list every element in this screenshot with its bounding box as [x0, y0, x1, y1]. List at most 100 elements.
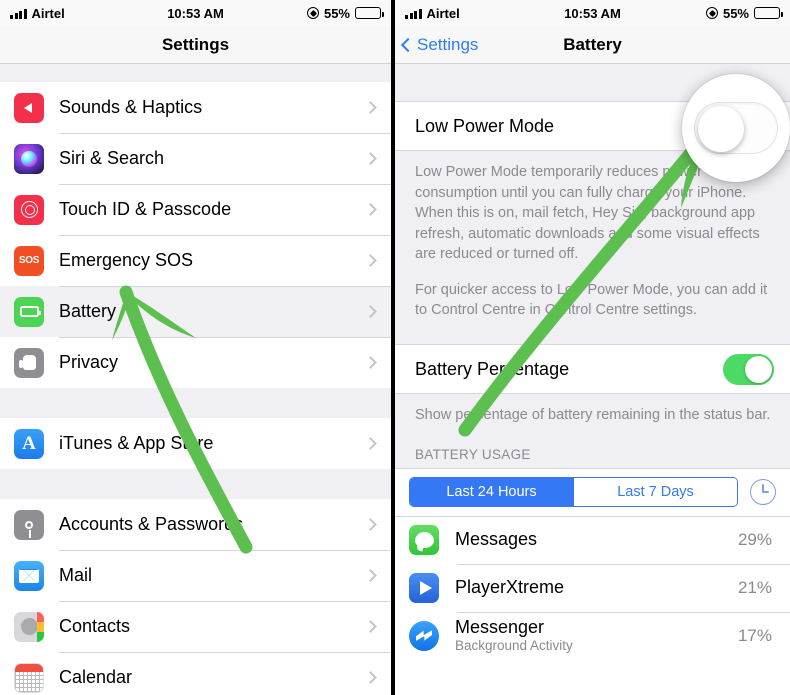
- sidebar-item-siri-search[interactable]: Siri & Search: [0, 133, 391, 184]
- chevron-right-icon: [364, 101, 377, 114]
- segment-last-24-hours[interactable]: Last 24 Hours: [410, 477, 573, 506]
- battery-usage-section-header: BATTERY USAGE: [395, 438, 790, 468]
- chevron-right-icon: [364, 620, 377, 633]
- battery-percentage-footnote-text: Show percentage of battery remaining in …: [415, 407, 771, 424]
- usage-app-subtitle: Background Activity: [455, 638, 573, 654]
- battery-percent-label: 55%: [323, 5, 350, 21]
- sidebar-item-mail[interactable]: Mail: [0, 550, 391, 601]
- nav-bar-left: Settings: [0, 26, 391, 64]
- sidebar-item-label: Privacy: [59, 352, 119, 372]
- left-phone-pane: Airtel 10:53 AM 55% Settings Sounds & Ha…: [0, 0, 395, 695]
- contacts-icon: [14, 611, 44, 642]
- list-item[interactable]: Messenger Background Activity 17%: [395, 611, 790, 660]
- battery-percentage-cell[interactable]: Battery Percentage: [395, 344, 790, 395]
- chevron-right-icon: [364, 356, 377, 369]
- sidebar-item-touch-id-passcode[interactable]: Touch ID & Passcode: [0, 184, 391, 235]
- list-gap-1: [0, 388, 391, 418]
- sidebar-item-privacy[interactable]: Privacy: [0, 337, 391, 388]
- back-button[interactable]: Settings: [400, 26, 479, 63]
- list-item[interactable]: Messages 29%: [395, 515, 790, 564]
- usage-app-name: PlayerXtreme: [455, 577, 565, 598]
- battery-percentage-toggle[interactable]: [723, 353, 774, 385]
- battery-usage-list: Messages 29% PlayerXtreme 21% Messenger …: [395, 515, 790, 660]
- location-arrow-icon: [306, 7, 319, 19]
- magnified-toggle-track[interactable]: [694, 102, 778, 154]
- footnote-bottom-gap: [395, 334, 790, 345]
- sidebar-item-sounds-haptics[interactable]: Sounds & Haptics: [0, 82, 391, 133]
- calendar-icon: [14, 662, 44, 693]
- usage-percent: 17%: [737, 625, 772, 645]
- low-power-mode-label: Low Power Mode: [415, 115, 555, 136]
- usage-percent: 29%: [737, 529, 772, 549]
- sounds-haptics-icon: [14, 92, 44, 123]
- sidebar-item-calendar[interactable]: Calendar: [0, 652, 391, 695]
- battery-usage-segmented-control[interactable]: Last 24 Hours Last 7 Days: [409, 476, 738, 507]
- chevron-right-icon: [364, 254, 377, 267]
- chevron-right-icon: [364, 569, 377, 582]
- sidebar-item-label: Calendar: [59, 667, 133, 687]
- status-bar-carrier-group: Airtel: [405, 6, 460, 21]
- battery-icon: [355, 7, 384, 19]
- settings-group-3: Accounts & Passwords Mail Contacts Calen…: [0, 499, 391, 695]
- signal-bars-icon: [405, 8, 422, 19]
- status-bar-right-group: 55%: [705, 5, 783, 21]
- playerxtreme-app-icon: [409, 572, 439, 603]
- sidebar-item-label: Contacts: [59, 616, 131, 636]
- segment-last-7-days[interactable]: Last 7 Days: [573, 477, 737, 506]
- sidebar-item-contacts[interactable]: Contacts: [0, 601, 391, 652]
- magnified-low-power-toggle: [682, 74, 790, 182]
- clock-icon[interactable]: [750, 478, 776, 505]
- sidebar-item-label: Battery: [59, 301, 117, 321]
- usage-app-name: Messenger: [455, 616, 545, 637]
- sidebar-item-label: Siri & Search: [59, 148, 165, 168]
- list-top-gap: [0, 64, 391, 82]
- sidebar-item-battery[interactable]: Battery: [0, 286, 391, 337]
- chevron-right-icon: [364, 671, 377, 684]
- usage-percent: 21%: [737, 577, 772, 597]
- back-button-label: Settings: [417, 34, 479, 54]
- usage-app-name: Messages: [455, 529, 538, 550]
- battery-percent-label: 55%: [722, 5, 749, 21]
- dual-phone-screenshot: Airtel 10:53 AM 55% Settings Sounds & Ha…: [0, 0, 790, 695]
- itunes-app-store-icon: A: [14, 428, 44, 459]
- nav-bar-right: Settings Battery: [395, 26, 790, 64]
- sidebar-item-emergency-sos[interactable]: SOS Emergency SOS: [0, 235, 391, 286]
- chevron-right-icon: [364, 437, 377, 450]
- touch-id-icon: [14, 194, 44, 225]
- mail-icon: [14, 560, 44, 591]
- sidebar-item-label: Mail: [59, 565, 93, 585]
- sidebar-item-accounts-passwords[interactable]: Accounts & Passwords: [0, 499, 391, 550]
- accounts-passwords-icon: [14, 509, 44, 540]
- signal-bars-icon: [10, 8, 27, 19]
- sidebar-item-label: Touch ID & Passcode: [59, 199, 232, 219]
- status-bar-right: Airtel 10:53 AM 55%: [395, 0, 790, 26]
- usage-name-group: Messages: [455, 529, 738, 550]
- status-bar-carrier-group: Airtel: [10, 6, 65, 21]
- battery-percentage-footnote: Show percentage of battery remaining in …: [395, 394, 790, 439]
- battery-settings-icon: [14, 296, 44, 327]
- settings-group-1: Sounds & Haptics Siri & Search Touch ID …: [0, 82, 391, 388]
- battery-percentage-label: Battery Percentage: [415, 358, 570, 379]
- messages-app-icon: [409, 524, 439, 555]
- usage-name-group: PlayerXtreme: [455, 577, 738, 598]
- carrier-label: Airtel: [426, 5, 460, 21]
- battery-usage-segmented-control-row: Last 24 Hours Last 7 Days: [395, 467, 790, 516]
- privacy-icon: [14, 347, 44, 378]
- low-power-mode-footnote-2: For quicker access to Low Power Mode, yo…: [415, 281, 768, 319]
- chevron-right-icon: [364, 203, 377, 216]
- messenger-app-icon: [409, 620, 439, 651]
- sidebar-item-label: iTunes & App Store: [59, 433, 214, 453]
- page-title: Settings: [161, 34, 230, 54]
- sidebar-item-label: Sounds & Haptics: [59, 97, 203, 117]
- location-arrow-icon: [705, 7, 718, 19]
- chevron-right-icon: [364, 152, 377, 165]
- list-item[interactable]: PlayerXtreme 21%: [395, 563, 790, 612]
- list-gap-2: [0, 469, 391, 499]
- settings-group-2: A iTunes & App Store: [0, 418, 391, 469]
- status-bar-left: Airtel 10:53 AM 55%: [0, 0, 391, 26]
- magnified-toggle-knob: [698, 106, 744, 152]
- chevron-left-icon: [400, 37, 416, 52]
- page-title: Battery: [563, 34, 622, 54]
- sidebar-item-itunes-app-store[interactable]: A iTunes & App Store: [0, 418, 391, 469]
- battery-icon: [754, 7, 783, 19]
